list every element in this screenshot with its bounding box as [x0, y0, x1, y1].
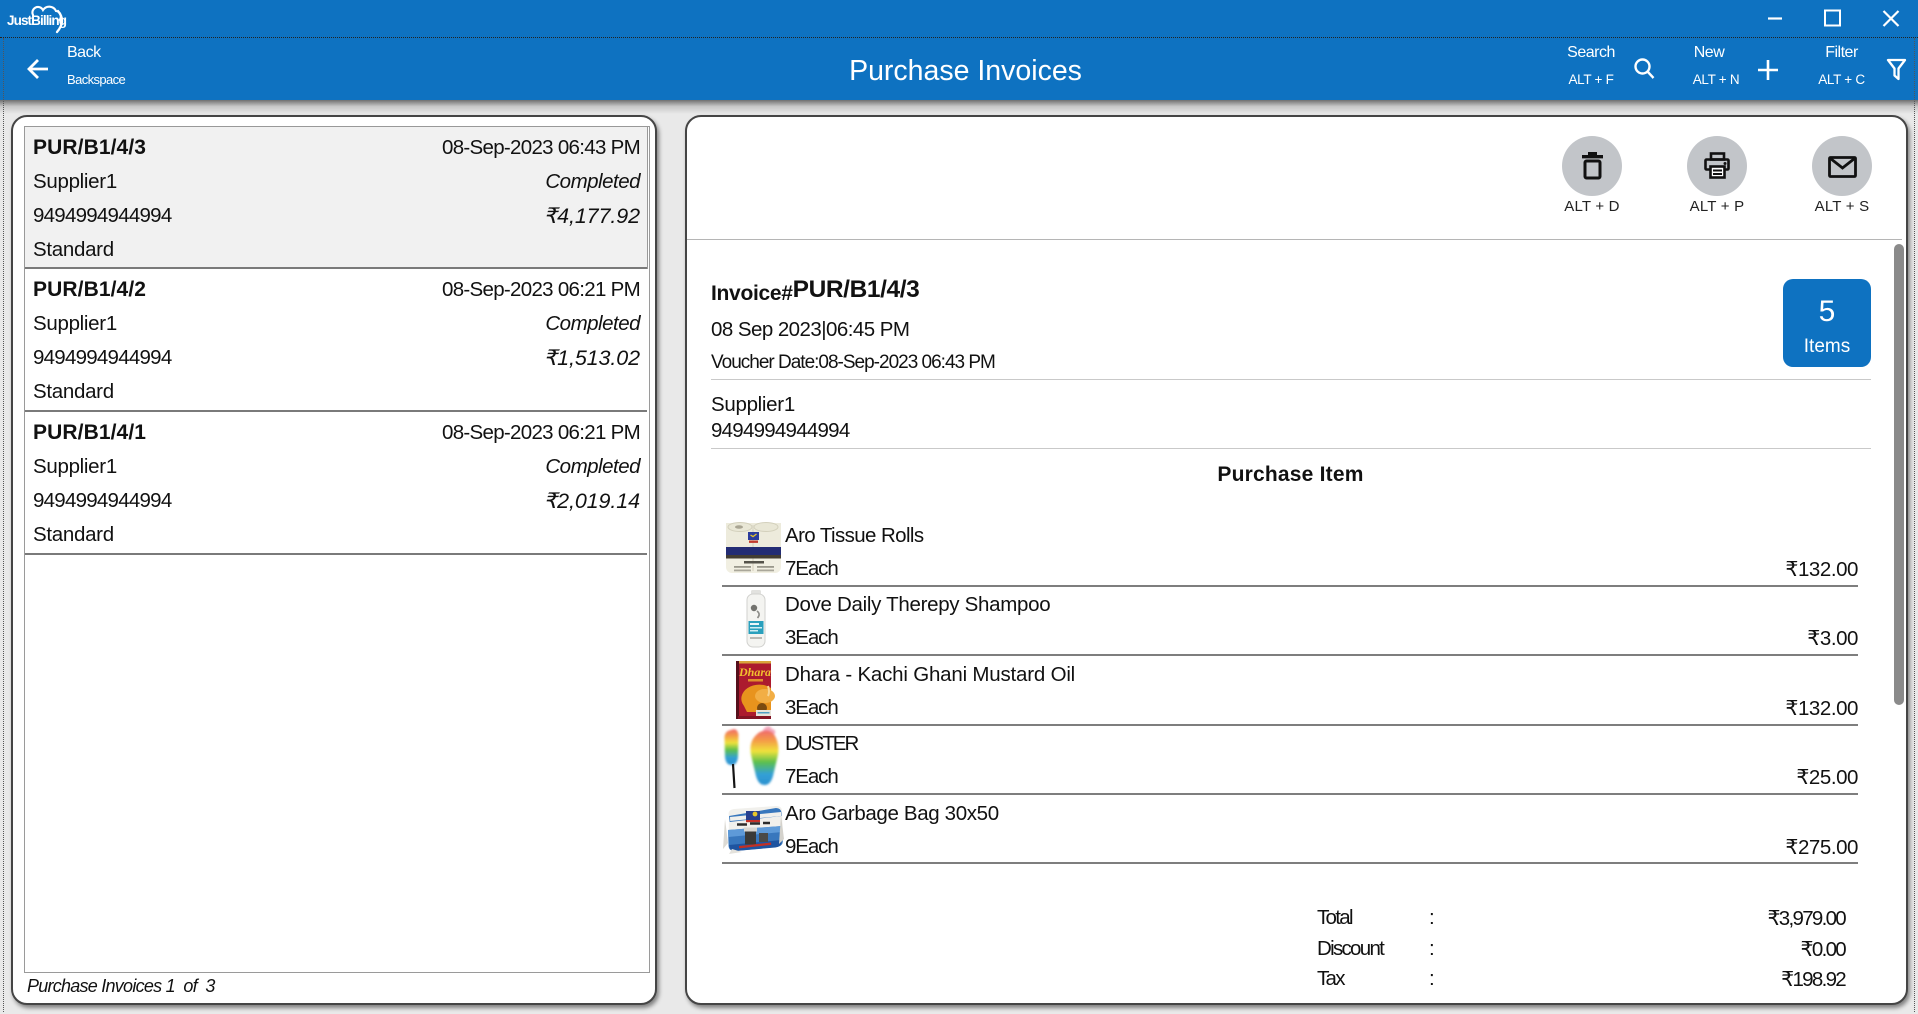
svg-text:Dhara: Dhara	[738, 665, 771, 679]
